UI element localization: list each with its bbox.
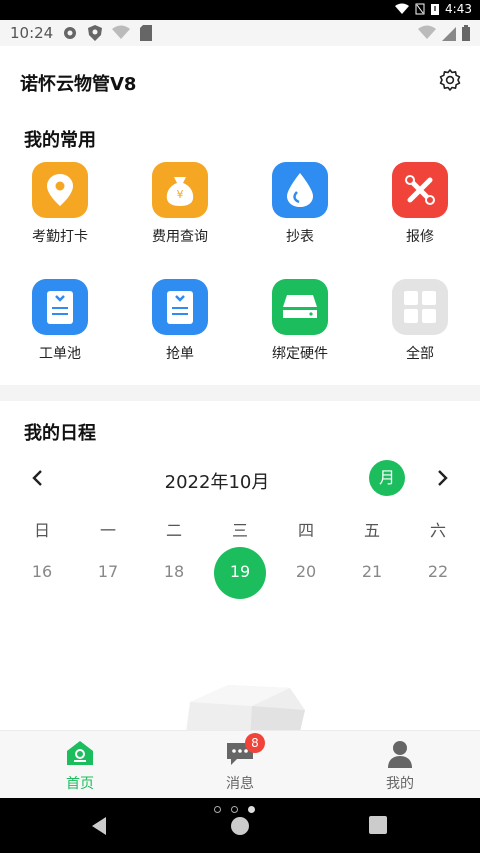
wifi-question-icon [112, 25, 130, 39]
tile-repair[interactable]: 报修 [370, 162, 470, 246]
hardware-icon [272, 279, 328, 335]
wifi-off-icon [418, 25, 436, 39]
weekday-label: 六 [429, 521, 446, 540]
message-count-badge: 8 [245, 733, 265, 753]
notification-icon [415, 3, 425, 15]
weekday-row: 日 一 二 三 四 五 六 [0, 517, 480, 541]
tile-fee-query[interactable]: ¥ 费用查询 [130, 162, 230, 246]
day-cell-selected[interactable]: 19 [207, 549, 273, 595]
svg-text:¥: ¥ [177, 188, 184, 201]
grid-all-icon [392, 279, 448, 335]
section-divider [0, 385, 480, 401]
day-cell[interactable]: 21 [339, 549, 405, 595]
weekday-label: 日 [33, 521, 50, 540]
settings-status-icon [64, 27, 76, 39]
schedule-title: 我的日程 [24, 423, 96, 444]
status-time: 10:24 [10, 24, 54, 42]
tab-label: 我的 [386, 776, 414, 792]
weekday-label: 五 [363, 521, 380, 540]
tile-attendance[interactable]: 考勤打卡 [10, 162, 110, 246]
tile-label: 抢单 [166, 346, 194, 362]
weekday-label: 一 [99, 521, 116, 540]
tile-meter-reading[interactable]: 抄表 [250, 162, 350, 246]
page-dot [214, 806, 221, 813]
tile-label: 全部 [406, 346, 434, 362]
signal-icon [442, 27, 456, 41]
shield-icon [88, 25, 102, 41]
app-header: 诺怀云物管V8 [0, 46, 480, 114]
tab-messages[interactable]: 8 消息 [160, 731, 320, 799]
tools-icon [392, 162, 448, 218]
weekday-label: 三 [231, 521, 248, 540]
page-dot-active [248, 806, 255, 813]
tile-label: 抄表 [286, 229, 314, 245]
tab-home[interactable]: 首页 [0, 731, 160, 799]
tile-label: 绑定硬件 [272, 346, 328, 362]
water-drop-icon [272, 162, 328, 218]
battery-icon [462, 25, 470, 41]
page-indicator [214, 806, 255, 813]
day-cell[interactable]: 20 [273, 549, 339, 595]
calendar-header: 2022年10月 月 [0, 460, 480, 500]
tile-work-order-pool[interactable]: 工单池 [10, 279, 110, 363]
chevron-right-icon[interactable] [432, 468, 452, 488]
recents-icon[interactable] [369, 816, 387, 834]
app-status-row: 10:24 [0, 20, 480, 46]
weekday-label: 二 [165, 521, 182, 540]
tile-bind-hardware[interactable]: 绑定硬件 [250, 279, 350, 363]
day-cell[interactable]: 17 [75, 549, 141, 595]
tile-grab-order[interactable]: 抢单 [130, 279, 230, 363]
day-cell[interactable]: 22 [405, 549, 471, 595]
month-view-button[interactable]: 月 [369, 460, 405, 496]
system-time: 4:43 [445, 2, 472, 16]
tab-profile[interactable]: 我的 [320, 731, 480, 799]
day-cell[interactable]: 16 [9, 549, 75, 595]
location-pin-icon [32, 162, 88, 218]
gear-icon[interactable] [438, 68, 462, 92]
favorites-title: 我的常用 [24, 130, 96, 151]
money-bag-icon: ¥ [152, 162, 208, 218]
tile-all[interactable]: 全部 [370, 279, 470, 363]
back-icon[interactable] [90, 816, 108, 836]
profile-icon [385, 739, 415, 769]
message-icon: 8 [225, 733, 265, 769]
weekday-label: 四 [297, 521, 314, 540]
tile-label: 报修 [406, 229, 434, 245]
sd-card-icon [140, 25, 152, 41]
home-icon [65, 739, 95, 769]
wifi-icon [395, 3, 410, 14]
tile-label: 考勤打卡 [32, 229, 88, 245]
day-cell[interactable]: 18 [141, 549, 207, 595]
tile-label: 工单池 [39, 346, 81, 362]
tab-label: 首页 [66, 776, 94, 792]
home-nav-icon[interactable] [230, 816, 250, 836]
battery-alert-icon [431, 4, 440, 15]
bottom-tab-bar: 首页 8 消息 我的 [0, 730, 480, 798]
grab-order-icon [152, 279, 208, 335]
tile-label: 费用查询 [152, 229, 208, 245]
tab-label: 消息 [226, 776, 254, 792]
system-status-bar: 4:43 [0, 0, 480, 20]
day-row: 16 17 18 19 20 21 22 [0, 547, 480, 599]
work-order-icon [32, 279, 88, 335]
page-dot [231, 806, 238, 813]
app-title: 诺怀云物管V8 [20, 74, 137, 95]
